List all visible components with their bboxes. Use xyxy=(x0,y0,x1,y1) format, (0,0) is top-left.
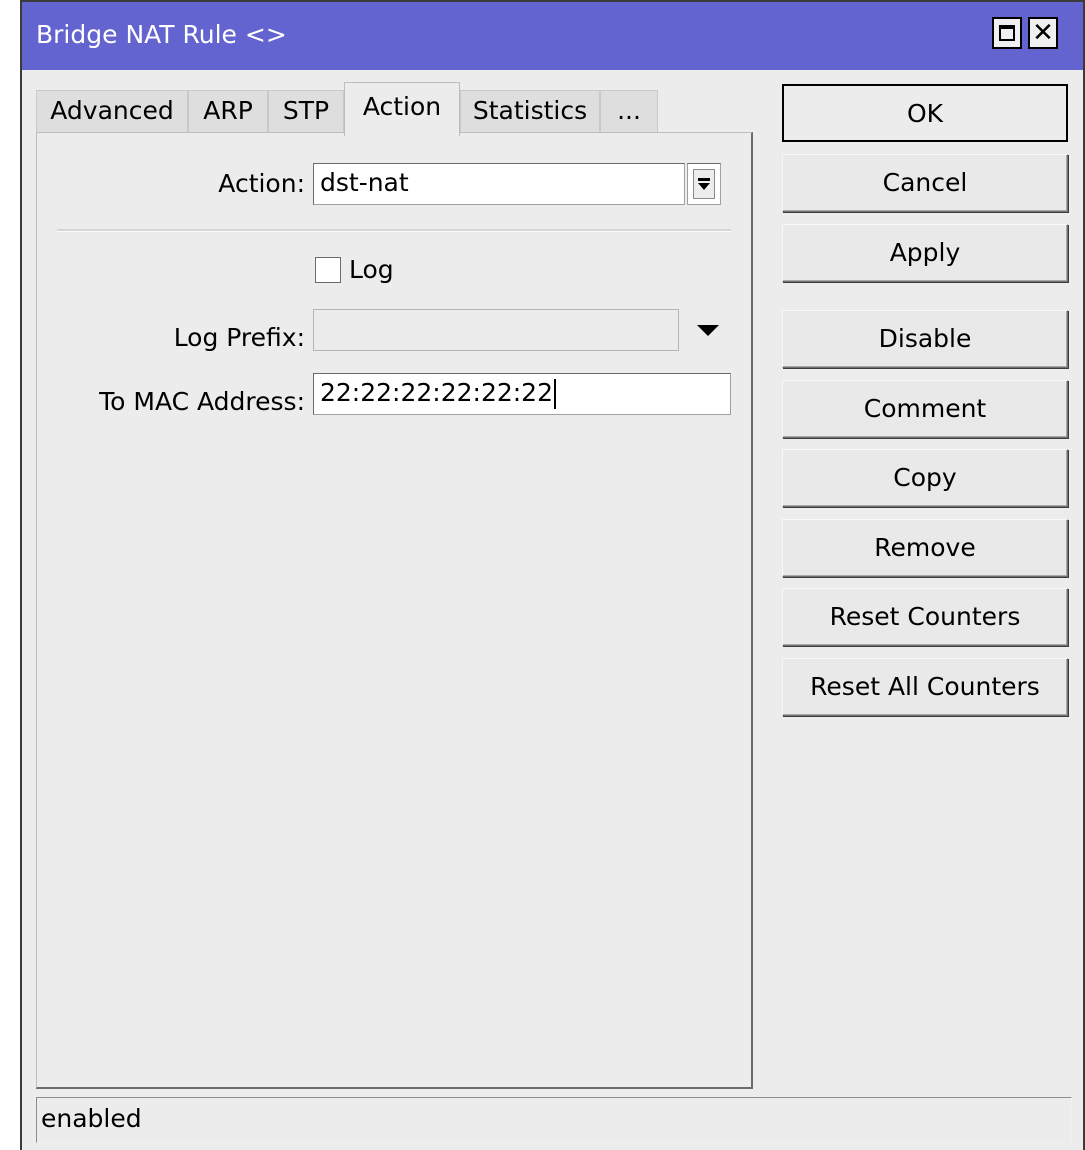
tab-arp[interactable]: ARP xyxy=(188,90,268,132)
disable-button[interactable]: Disable xyxy=(782,310,1068,368)
apply-button[interactable]: Apply xyxy=(782,224,1068,282)
bridge-nat-rule-window: Bridge NAT Rule <> ✕ Advanced ARP STP Ac… xyxy=(20,0,1085,1150)
ok-button[interactable]: OK xyxy=(782,84,1068,142)
copy-button[interactable]: Copy xyxy=(782,449,1068,507)
log-prefix-field[interactable] xyxy=(313,309,679,351)
text-cursor xyxy=(553,379,556,409)
comment-button[interactable]: Comment xyxy=(782,380,1068,438)
action-label: Action: xyxy=(218,169,305,198)
close-icon[interactable]: ✕ xyxy=(1028,17,1058,49)
reset-counters-button[interactable]: Reset Counters xyxy=(782,588,1068,646)
window-title: Bridge NAT Rule <> xyxy=(36,20,287,49)
log-prefix-dropdown-icon[interactable] xyxy=(697,325,719,336)
tab-statistics[interactable]: Statistics xyxy=(460,90,600,132)
action-select[interactable]: dst-nat xyxy=(313,163,685,205)
tab-more[interactable]: ... xyxy=(600,90,658,132)
title-bar[interactable]: Bridge NAT Rule <> ✕ xyxy=(22,0,1083,70)
action-dropdown-button[interactable] xyxy=(687,163,721,205)
status-bar: enabled xyxy=(36,1097,1072,1143)
action-tab-panel: Action: dst-nat Log Log Prefix: To MAC A… xyxy=(36,132,753,1089)
reset-all-counters-button[interactable]: Reset All Counters xyxy=(782,658,1068,716)
to-mac-address-label: To MAC Address: xyxy=(99,387,305,416)
section-divider xyxy=(57,229,731,232)
to-mac-address-field[interactable]: 22:22:22:22:22:22 xyxy=(313,373,731,415)
maximize-icon[interactable] xyxy=(992,17,1022,49)
log-checkbox[interactable] xyxy=(315,257,341,283)
tab-advanced[interactable]: Advanced xyxy=(36,90,188,132)
tab-action[interactable]: Action xyxy=(344,82,460,136)
tab-stp[interactable]: STP xyxy=(268,90,344,132)
to-mac-address-value: 22:22:22:22:22:22 xyxy=(320,378,553,407)
log-prefix-label: Log Prefix: xyxy=(173,323,305,352)
remove-button[interactable]: Remove xyxy=(782,519,1068,577)
log-label: Log xyxy=(349,255,394,284)
cancel-button[interactable]: Cancel xyxy=(782,154,1068,212)
